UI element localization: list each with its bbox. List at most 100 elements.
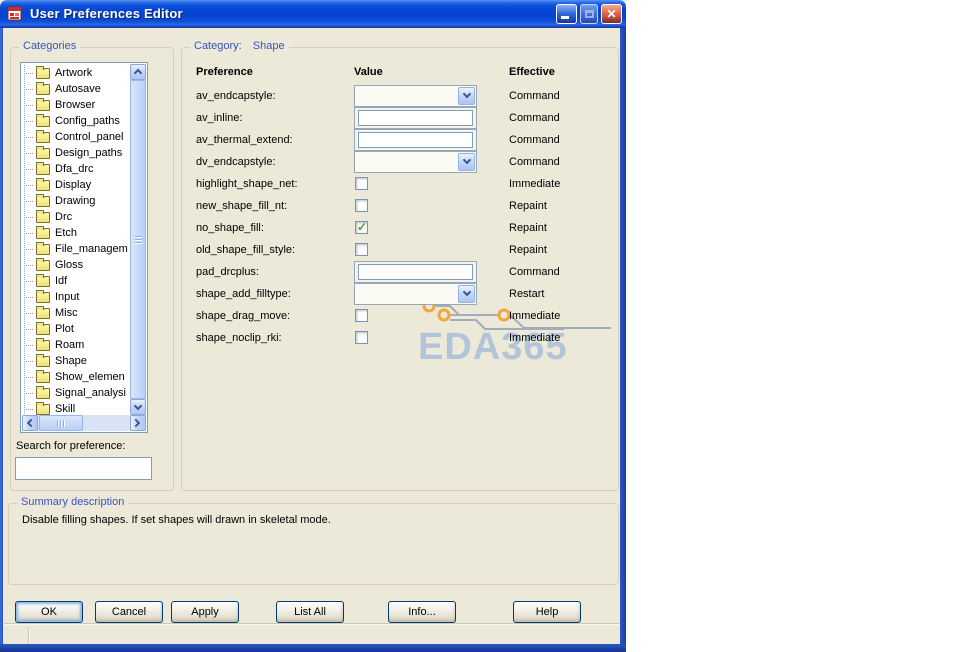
folder-icon [36, 225, 50, 239]
tree-connector [24, 104, 33, 106]
value-input[interactable] [358, 264, 473, 280]
effective-value: Command [509, 134, 560, 146]
tree-item-label: Idf [55, 275, 68, 287]
scroll-left-icon[interactable] [22, 415, 38, 431]
value-combobox[interactable] [354, 85, 477, 107]
folder-icon [36, 289, 50, 303]
folder-icon [36, 353, 50, 367]
value-input-frame [354, 107, 477, 129]
pref-row-shape_add_filltype: shape_add_filltype: Restart [182, 283, 618, 305]
info-button[interactable]: Info... [388, 601, 456, 623]
tree-item-input[interactable]: Input [21, 289, 130, 305]
summary-group-label: Summary description [17, 496, 129, 508]
dropdown-arrow-icon[interactable] [458, 153, 475, 171]
value-input[interactable] [358, 132, 473, 148]
folder-icon [36, 209, 50, 223]
effective-value: Repaint [509, 200, 547, 212]
tree-item-label: Show_elemen [55, 371, 125, 383]
tree-item-design_paths[interactable]: Design_paths [21, 145, 130, 161]
value-checkbox[interactable] [355, 309, 368, 322]
effective-value: Repaint [509, 244, 547, 256]
value-checkbox[interactable] [355, 331, 368, 344]
tree-item-label: Autosave [55, 83, 101, 95]
category-tree: Artwork Autosave Browser Config_paths Contro… [20, 62, 148, 433]
help-button[interactable]: Help [513, 601, 581, 623]
tree-item-plot[interactable]: Plot [21, 321, 130, 337]
value-input[interactable] [358, 110, 473, 126]
search-input[interactable] [15, 457, 152, 480]
tree-connector [24, 200, 33, 202]
value-combobox[interactable] [354, 283, 477, 305]
preference-name: pad_drcplus: [196, 266, 259, 278]
list-all-button[interactable]: List All [276, 601, 344, 623]
ok-button[interactable]: OK [15, 601, 83, 623]
effective-value: Command [509, 156, 560, 168]
minimize-icon [561, 16, 569, 19]
scroll-right-icon[interactable] [130, 415, 146, 431]
vertical-scroll-thumb[interactable] [130, 80, 146, 399]
tree-item-misc[interactable]: Misc [21, 305, 130, 321]
tree-connector [24, 136, 33, 138]
tree-item-roam[interactable]: Roam [21, 337, 130, 353]
value-checkbox[interactable] [355, 177, 368, 190]
minimize-button[interactable] [556, 4, 577, 24]
value-checkbox[interactable] [355, 220, 368, 234]
tree-item-file_managem[interactable]: File_managem [21, 241, 130, 257]
value-combobox[interactable] [354, 151, 477, 173]
categories-group-label: Categories [19, 40, 81, 52]
tree-item-autosave[interactable]: Autosave [21, 81, 130, 97]
tree-item-show_elemen[interactable]: Show_elemen [21, 369, 130, 385]
dropdown-arrow-icon[interactable] [458, 285, 475, 303]
preference-name: old_shape_fill_style: [196, 244, 296, 256]
apply-button[interactable]: Apply [171, 601, 239, 623]
tree-item-skill[interactable]: Skill [21, 401, 130, 415]
tree-item-display[interactable]: Display [21, 177, 130, 193]
tree-connector [24, 312, 33, 314]
tree-connector [24, 376, 33, 378]
tree-item-browser[interactable]: Browser [21, 97, 130, 113]
tree-item-drawing[interactable]: Drawing [21, 193, 130, 209]
category-group-label: Category: Shape [190, 40, 289, 52]
tree-item-dfa_drc[interactable]: Dfa_drc [21, 161, 130, 177]
tree-item-artwork[interactable]: Artwork [21, 65, 130, 81]
tree-item-idf[interactable]: Idf [21, 273, 130, 289]
tree-connector [24, 392, 33, 394]
statusbar-divider-highlight [29, 627, 30, 644]
cancel-button[interactable]: Cancel [95, 601, 163, 623]
tree-connector [24, 168, 33, 170]
horizontal-scroll-thumb[interactable] [39, 415, 83, 431]
tree-item-label: Config_paths [55, 115, 120, 127]
effective-value: Repaint [509, 222, 547, 234]
tree-connector [24, 88, 33, 90]
folder-icon [36, 273, 50, 287]
scroll-down-icon[interactable] [130, 399, 146, 415]
tree-item-config_paths[interactable]: Config_paths [21, 113, 130, 129]
tree-item-signal_analysi[interactable]: Signal_analysi [21, 385, 130, 401]
dropdown-arrow-icon[interactable] [458, 87, 475, 105]
titlebar[interactable]: User Preferences Editor ✕ [0, 0, 626, 28]
tree-item-etch[interactable]: Etch [21, 225, 130, 241]
tree-item-drc[interactable]: Drc [21, 209, 130, 225]
tree-item-label: Display [55, 179, 92, 191]
effective-value: Command [509, 266, 560, 278]
tree-item-shape[interactable]: Shape [21, 353, 130, 369]
pref-row-highlight_shape_net: highlight_shape_net: Immediate [182, 173, 618, 195]
tree-connector [24, 72, 33, 74]
preference-name: dv_endcapstyle: [196, 156, 276, 168]
tree-item-gloss[interactable]: Gloss [21, 257, 130, 273]
maximize-button [580, 4, 598, 24]
folder-icon [36, 305, 50, 319]
folder-icon [36, 161, 50, 175]
window-border-bottom [0, 644, 626, 652]
tree-item-control_panel[interactable]: Control_panel [21, 129, 130, 145]
folder-icon [36, 337, 50, 351]
value-checkbox[interactable] [355, 199, 368, 212]
close-button[interactable]: ✕ [601, 4, 622, 24]
tree-connector [24, 408, 33, 410]
value-checkbox[interactable] [355, 243, 368, 256]
effective-value: Restart [509, 288, 545, 300]
scroll-up-icon[interactable] [130, 64, 146, 80]
folder-icon [36, 401, 50, 415]
tree-horizontal-scrollbar[interactable] [22, 415, 146, 431]
tree-vertical-scrollbar[interactable] [130, 64, 146, 415]
